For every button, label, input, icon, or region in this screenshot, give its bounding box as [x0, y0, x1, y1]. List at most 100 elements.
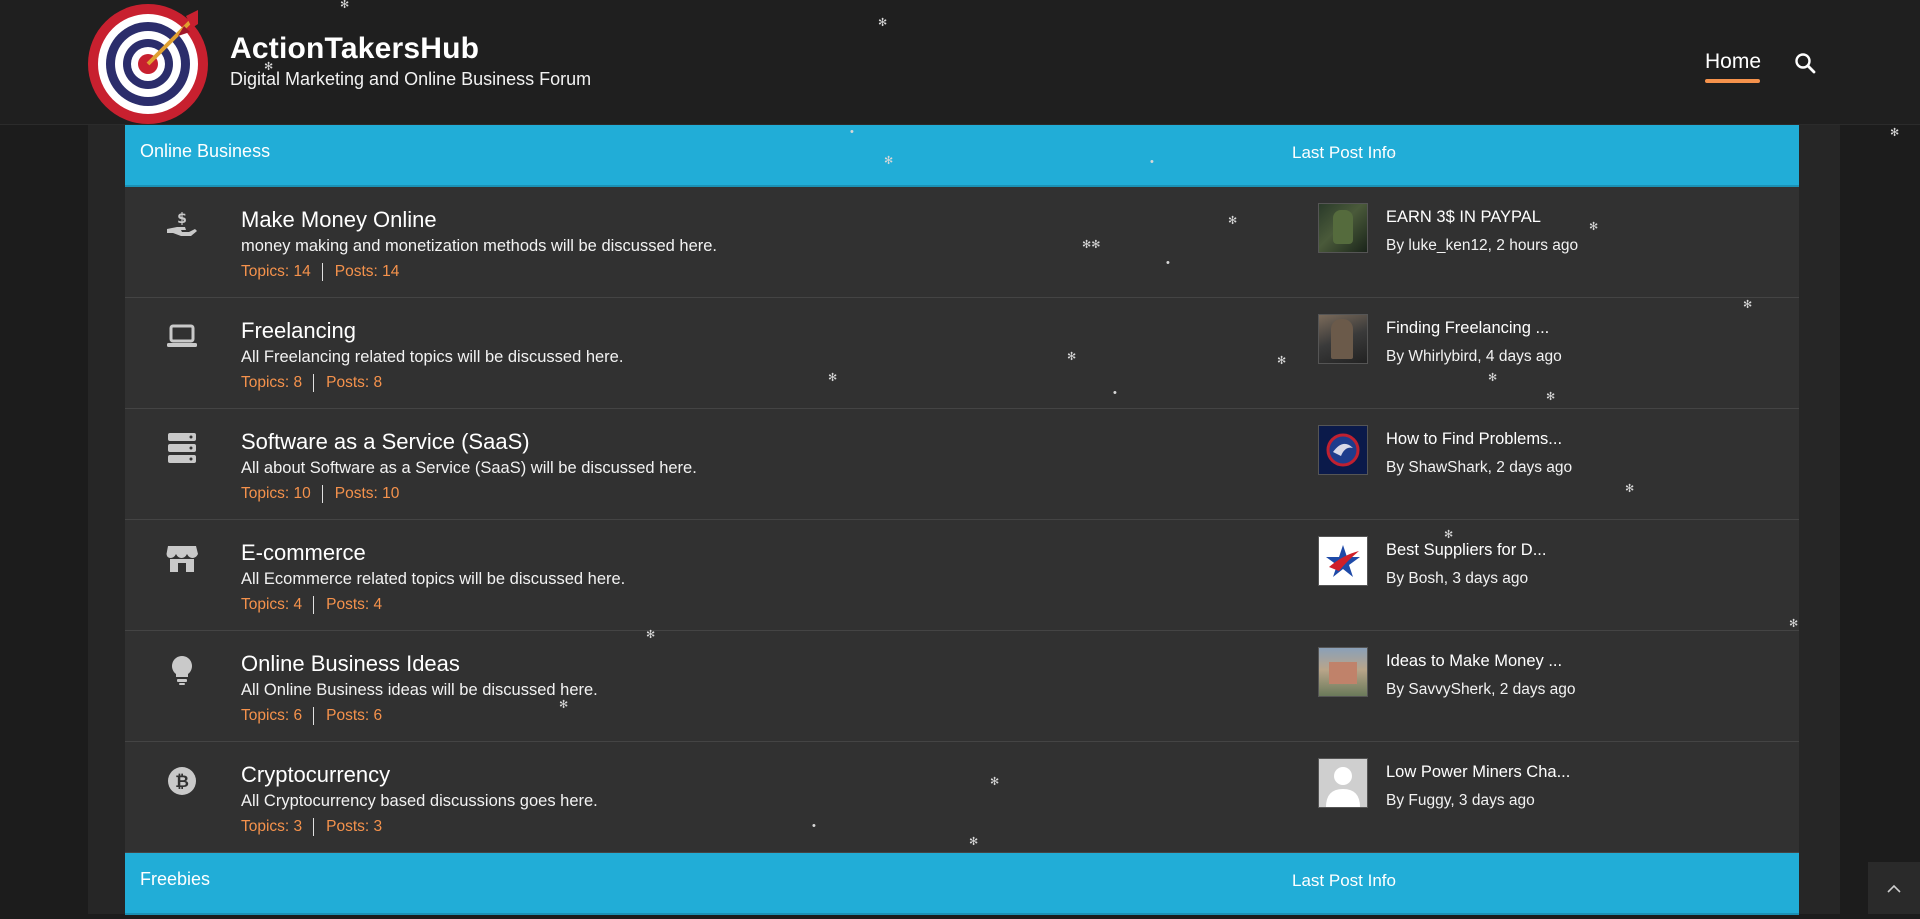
posts-count: Posts: 3	[326, 818, 383, 836]
snowflake-icon: •	[1113, 387, 1117, 399]
forum-description: All Ecommerce related topics will be dis…	[241, 570, 626, 588]
avatar-figure	[1333, 210, 1353, 244]
forum-title[interactable]: Freelancing	[241, 318, 356, 344]
server-icon	[168, 433, 196, 463]
snowflake-icon: ✻	[1625, 483, 1635, 495]
forum-title[interactable]: Software as a Service (SaaS)	[241, 429, 530, 455]
forum-row-cryptocurrency: ₿ Cryptocurrency All Cryptocurrency base…	[125, 742, 1799, 853]
snowflake-icon: ✻	[1743, 299, 1753, 311]
snowflake-icon: •	[850, 126, 854, 138]
forum-description: All about Software as a Service (SaaS) w…	[241, 459, 697, 477]
avatar[interactable]	[1318, 425, 1368, 475]
snowflake-icon: ✻	[1444, 529, 1454, 541]
snowflake-icon: ✻	[1228, 215, 1238, 227]
star-avatar-image	[1326, 545, 1360, 577]
chevron-up-icon	[1887, 884, 1901, 893]
snowflake-icon: ✻	[1067, 351, 1077, 363]
snowflake-icon: ✻	[646, 629, 656, 641]
snowflake-icon: ✻	[884, 155, 894, 167]
last-post-author: By luke_ken12, 2 hours ago	[1386, 237, 1579, 254]
posts-count: Posts: 4	[326, 596, 383, 614]
forum-stats: Topics: 14 Posts: 14	[241, 263, 399, 281]
last-post-title[interactable]: How to Find Problems...	[1386, 430, 1562, 449]
avatar[interactable]	[1318, 647, 1368, 697]
snowflake-icon: •	[1166, 257, 1170, 269]
stats-separator	[313, 818, 315, 836]
last-post-author: By Bosh, 3 days ago	[1386, 570, 1529, 587]
last-post-title[interactable]: EARN 3$ IN PAYPAL	[1386, 208, 1541, 227]
svg-text:₿: ₿	[175, 772, 189, 792]
last-post-header: Last Post Info	[1292, 871, 1396, 890]
snowflake-icon: ✻	[1589, 221, 1599, 233]
shark-avatar-image	[1326, 433, 1360, 467]
forum-stats: Topics: 6 Posts: 6	[241, 707, 382, 725]
category-header-online-business: Online Business Last Post Info	[125, 125, 1799, 187]
topics-count: Topics: 3	[241, 818, 303, 836]
snowflake-icon: ✻	[559, 699, 569, 711]
stats-separator	[313, 707, 315, 725]
nav-home-link[interactable]: Home	[1705, 50, 1761, 74]
snowflake-icon: ✻	[264, 61, 274, 73]
last-post-author: By Fuggy, 3 days ago	[1386, 792, 1535, 809]
topics-count: Topics: 6	[241, 707, 303, 725]
forum-row-online-business-ideas: Online Business Ideas All Online Busines…	[125, 631, 1799, 742]
stats-separator	[321, 485, 323, 503]
forum-stats: Topics: 8 Posts: 8	[241, 374, 382, 392]
topics-count: Topics: 4	[241, 596, 303, 614]
forum-row-ecommerce: E-commerce All Ecommerce related topics …	[125, 520, 1799, 631]
category-header-freebies: Freebies Last Post Info	[125, 853, 1799, 915]
forum-title[interactable]: Cryptocurrency	[241, 762, 390, 788]
forum-stats: Topics: 4 Posts: 4	[241, 596, 382, 614]
forum-description: All Freelancing related topics will be d…	[241, 348, 624, 366]
last-post-title[interactable]: Finding Freelancing ...	[1386, 319, 1549, 338]
snowflake-icon: ✻	[340, 0, 350, 11]
snowflake-icon: ✻	[1277, 355, 1287, 367]
posts-count: Posts: 8	[326, 374, 383, 392]
site-header: ActionTakersHub Digital Marketing and On…	[0, 0, 1920, 125]
avatar[interactable]	[1318, 536, 1368, 586]
snowflake-icon: ✻	[990, 776, 1000, 788]
last-post-author: By Whirlybird, 4 days ago	[1386, 348, 1562, 365]
forum-row-make-money-online: $ Make Money Online money making and mon…	[125, 187, 1799, 298]
forum-stats: Topics: 3 Posts: 3	[241, 818, 382, 836]
posts-count: Posts: 14	[334, 263, 400, 281]
snowflake-icon: •	[812, 820, 816, 832]
snowflake-icon: ✻	[1890, 127, 1900, 139]
forum-description: money making and monetization methods wi…	[241, 237, 718, 255]
snowflake-icon: ✻	[878, 17, 888, 29]
last-post-title[interactable]: Best Suppliers for D...	[1386, 541, 1546, 560]
forum-row-saas: Software as a Service (SaaS) All about S…	[125, 409, 1799, 520]
category-title[interactable]: Online Business	[140, 141, 270, 162]
snowflake-icon: ✻	[1789, 618, 1799, 630]
last-post-header: Last Post Info	[1292, 143, 1396, 162]
snowflake-icon: ✻	[1488, 372, 1498, 384]
avatar[interactable]	[1318, 314, 1368, 364]
avatar-building	[1329, 662, 1357, 684]
avatar[interactable]	[1318, 203, 1368, 253]
snowflake-icon: ✻	[1546, 391, 1556, 403]
avatar[interactable]	[1318, 758, 1368, 808]
search-icon[interactable]	[1794, 52, 1816, 74]
snowflake-icon: ✻	[828, 372, 838, 384]
site-subtitle: Digital Marketing and Online Business Fo…	[230, 69, 592, 89]
stats-separator	[313, 374, 315, 392]
last-post-title[interactable]: Low Power Miners Cha...	[1386, 763, 1570, 782]
forum-title[interactable]: E-commerce	[241, 540, 366, 566]
last-post-author: By SavvySherk, 2 days ago	[1386, 681, 1576, 698]
forum-title[interactable]: Make Money Online	[241, 207, 437, 233]
laptop-icon	[167, 324, 197, 347]
stats-separator	[321, 263, 323, 281]
stats-separator	[313, 596, 315, 614]
forum-description: All Online Business ideas will be discus…	[241, 681, 598, 699]
scroll-to-top-button[interactable]	[1868, 862, 1920, 914]
snowflake-icon: •	[1150, 156, 1154, 168]
snowflake-icon: ✻	[969, 836, 979, 848]
last-post-author: By ShawShark, 2 days ago	[1386, 459, 1573, 476]
last-post-title[interactable]: Ideas to Make Money ...	[1386, 652, 1562, 671]
topics-count: Topics: 10	[241, 485, 311, 503]
topics-count: Topics: 14	[241, 263, 311, 281]
target-logo-icon[interactable]	[86, 2, 210, 126]
store-icon	[166, 546, 198, 572]
forum-title[interactable]: Online Business Ideas	[241, 651, 460, 677]
category-title[interactable]: Freebies	[140, 869, 210, 890]
